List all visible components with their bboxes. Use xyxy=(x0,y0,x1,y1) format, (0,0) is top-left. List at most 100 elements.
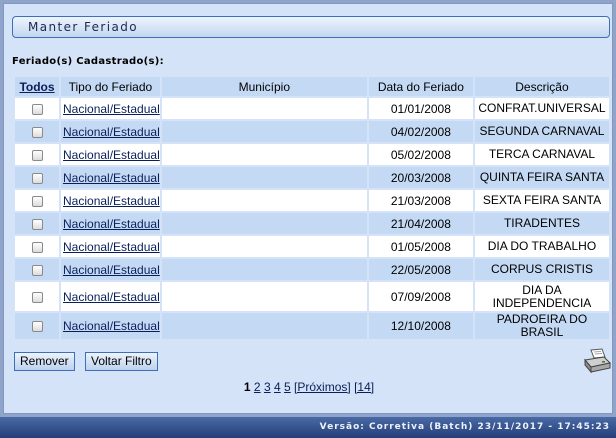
data-cell: 21/03/2008 xyxy=(368,190,473,211)
row-checkbox-cell xyxy=(15,213,60,234)
data-cell: 20/03/2008 xyxy=(368,167,473,188)
pager-page-link[interactable]: 2 xyxy=(254,380,261,394)
row-checkbox[interactable] xyxy=(31,172,43,184)
header-tipo: Tipo do Feriado xyxy=(61,77,160,96)
municipio-cell xyxy=(161,313,367,339)
page-panel: Manter Feriado Feriado(s) Cadastrado(s):… xyxy=(3,3,613,414)
page-current: 1 xyxy=(243,380,251,394)
row-checkbox[interactable] xyxy=(31,126,43,138)
municipio-cell xyxy=(161,167,367,188)
header-municipio: Município xyxy=(161,77,367,96)
tipo-link[interactable]: Nacional/Estadual xyxy=(63,217,160,231)
pagination: 1 2 3 4 5 [Próximos] [14] xyxy=(4,380,614,394)
municipio-cell xyxy=(161,259,367,280)
row-checkbox-cell xyxy=(15,313,60,339)
municipio-cell xyxy=(161,98,367,119)
tipo-link[interactable]: Nacional/Estadual xyxy=(63,171,160,185)
descricao-cell: SEXTA FEIRA SANTA xyxy=(474,190,609,211)
row-checkbox[interactable] xyxy=(31,241,43,253)
tipo-link[interactable]: Nacional/Estadual xyxy=(63,240,160,254)
header-data: Data do Feriado xyxy=(368,77,473,96)
select-all-link[interactable]: Todos xyxy=(19,80,54,94)
municipio-cell xyxy=(161,144,367,165)
table-row: Nacional/Estadual 01/01/2008 CONFRAT.UNIVE… xyxy=(15,98,609,119)
descricao-cell: DIA DO TRABALHO xyxy=(474,236,609,257)
row-checkbox-cell xyxy=(15,282,60,311)
remove-button[interactable]: Remover xyxy=(14,352,75,371)
municipio-cell xyxy=(161,282,367,311)
descricao-cell: SEGUNDA CARNAVAL xyxy=(474,121,609,142)
row-checkbox-cell xyxy=(15,98,60,119)
data-cell: 12/10/2008 xyxy=(368,313,473,339)
section-label: Feriado(s) Cadastrado(s): xyxy=(12,56,164,67)
table-row: Nacional/Estadual 21/04/2008 TIRADENTES xyxy=(15,213,609,234)
tipo-link[interactable]: Nacional/Estadual xyxy=(63,319,160,333)
descricao-cell: TIRADENTES xyxy=(474,213,609,234)
row-checkbox[interactable] xyxy=(31,149,43,161)
row-checkbox-cell xyxy=(15,121,60,142)
title-bar: Manter Feriado xyxy=(12,16,610,38)
municipio-cell xyxy=(161,213,367,234)
municipio-cell xyxy=(161,121,367,142)
row-checkbox[interactable] xyxy=(31,264,43,276)
tipo-link[interactable]: Nacional/Estadual xyxy=(63,148,160,162)
page-title: Manter Feriado xyxy=(28,20,138,34)
tipo-link[interactable]: Nacional/Estadual xyxy=(63,102,160,116)
header-descricao: Descrição xyxy=(474,77,609,96)
data-cell: 01/05/2008 xyxy=(368,236,473,257)
tipo-cell: Nacional/Estadual xyxy=(61,144,160,165)
tipo-link[interactable]: Nacional/Estadual xyxy=(63,125,160,139)
tipo-cell: Nacional/Estadual xyxy=(61,236,160,257)
pager-page-link[interactable]: 3 xyxy=(264,380,271,394)
tipo-cell: Nacional/Estadual xyxy=(61,313,160,339)
row-checkbox[interactable] xyxy=(31,291,43,303)
version-footer: Versão: Corretiva (Batch) 23/11/2017 - 1… xyxy=(0,417,616,438)
descricao-cell: CONFRAT.UNIVERSAL xyxy=(474,98,609,119)
table-row: Nacional/Estadual 04/02/2008 SEGUNDA CARNA… xyxy=(15,121,609,142)
data-cell: 04/02/2008 xyxy=(368,121,473,142)
tipo-link[interactable]: Nacional/Estadual xyxy=(63,263,160,277)
row-checkbox-cell xyxy=(15,167,60,188)
row-checkbox-cell xyxy=(15,236,60,257)
tipo-cell: Nacional/Estadual xyxy=(61,98,160,119)
pager-next-link[interactable]: [Próximos] xyxy=(294,380,351,394)
holiday-table: Todos Tipo do Feriado Município Data do … xyxy=(13,75,611,341)
row-checkbox[interactable] xyxy=(31,195,43,207)
row-checkbox-cell xyxy=(15,259,60,280)
table-row: Nacional/Estadual 05/02/2008 TERCA CARNAVA… xyxy=(15,144,609,165)
table-row: Nacional/Estadual 22/05/2008 CORPUS CRISTI… xyxy=(15,259,609,280)
row-checkbox[interactable] xyxy=(31,103,43,115)
header-todos: Todos xyxy=(15,77,60,96)
table-row: Nacional/Estadual 07/09/2008 DIA DA INDEPE… xyxy=(15,282,609,311)
data-cell: 01/01/2008 xyxy=(368,98,473,119)
row-checkbox[interactable] xyxy=(31,218,43,230)
row-checkbox[interactable] xyxy=(31,321,43,333)
tipo-cell: Nacional/Estadual xyxy=(61,167,160,188)
table-row: Nacional/Estadual 12/10/2008 PADROEIRA DO … xyxy=(15,313,609,339)
back-to-filter-button[interactable]: Voltar Filtro xyxy=(85,352,158,371)
pager-page-link[interactable]: 4 xyxy=(274,380,281,394)
row-checkbox-cell xyxy=(15,144,60,165)
table-row: Nacional/Estadual 01/05/2008 DIA DO TRABAL… xyxy=(15,236,609,257)
tipo-cell: Nacional/Estadual xyxy=(61,213,160,234)
tipo-cell: Nacional/Estadual xyxy=(61,121,160,142)
tipo-cell: Nacional/Estadual xyxy=(61,282,160,311)
tipo-cell: Nacional/Estadual xyxy=(61,190,160,211)
descricao-cell: TERCA CARNAVAL xyxy=(474,144,609,165)
municipio-cell xyxy=(161,236,367,257)
descricao-cell: QUINTA FEIRA SANTA xyxy=(474,167,609,188)
pager-last-link[interactable]: [14] xyxy=(354,380,374,394)
data-cell: 22/05/2008 xyxy=(368,259,473,280)
data-cell: 07/09/2008 xyxy=(368,282,473,311)
tipo-link[interactable]: Nacional/Estadual xyxy=(63,290,160,304)
table-row: Nacional/Estadual 21/03/2008 SEXTA FEIRA S… xyxy=(15,190,609,211)
data-cell: 05/02/2008 xyxy=(368,144,473,165)
data-cell: 21/04/2008 xyxy=(368,213,473,234)
municipio-cell xyxy=(161,190,367,211)
printer-icon[interactable] xyxy=(582,348,612,377)
table-row: Nacional/Estadual 20/03/2008 QUINTA FEIRA … xyxy=(15,167,609,188)
descricao-cell: DIA DA INDEPENDENCIA xyxy=(474,282,609,311)
tipo-link[interactable]: Nacional/Estadual xyxy=(63,194,160,208)
pager-page-link[interactable]: 5 xyxy=(284,380,291,394)
descricao-cell: PADROEIRA DO BRASIL xyxy=(474,313,609,339)
